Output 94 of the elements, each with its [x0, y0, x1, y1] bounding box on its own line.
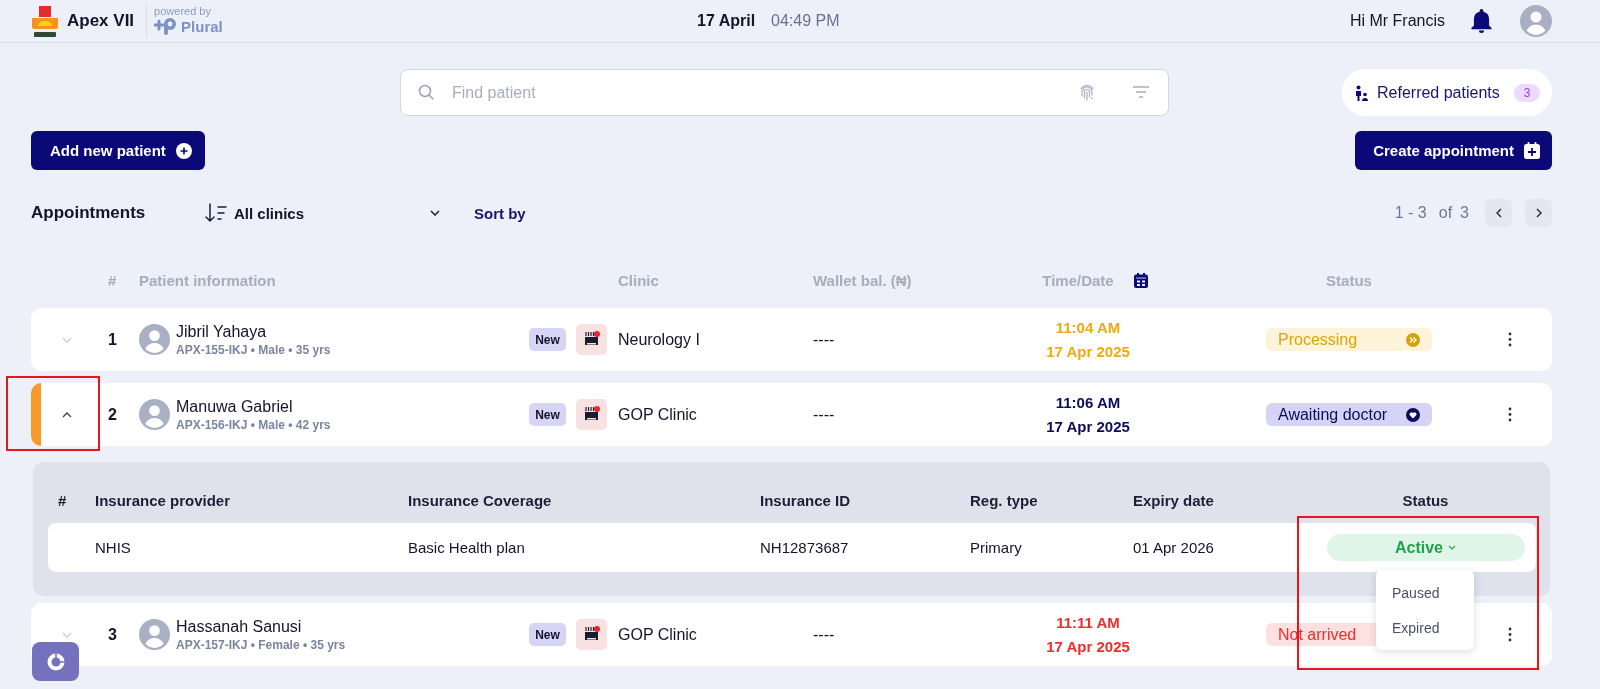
expiry-date: 01 Apr 2026: [1133, 539, 1214, 556]
patient-details: APX-155-IKJ • Male • 35 yrs: [176, 342, 331, 358]
add-patient-button[interactable]: Add new patient: [31, 131, 205, 170]
page-range: 1 - 3: [1394, 204, 1427, 222]
new-tag: New: [529, 623, 566, 646]
appointment-time: 11:04 AM: [1055, 317, 1121, 338]
patient-name: Hassanah Sanusi: [176, 616, 303, 636]
row-number: 3: [108, 625, 117, 643]
appointment-time: 11:11 AM: [1056, 612, 1120, 633]
clinic-name: GOP Clinic: [618, 405, 697, 424]
appointment-row[interactable]: 2 Manuwa Gabriel APX-156-IKJ • Male • 42 yrs New GOP Clinic ---- 11:06 AM 17 Apr 2025 Awaiting doctor: [31, 383, 1552, 446]
column-header: Time/Date: [1042, 271, 1114, 289]
user-avatar-icon[interactable]: [1520, 5, 1552, 37]
column-header: Insurance provider: [95, 492, 231, 509]
insurance-coverage: Basic Health plan: [408, 539, 525, 556]
chevron-down-icon: [430, 210, 440, 216]
kebab-icon: [1508, 627, 1512, 642]
appointment-date: 17 Apr 2025: [1046, 341, 1130, 362]
appointment-time: 11:06 AM: [1055, 392, 1121, 413]
user-greeting: Hi Mr Francis: [1349, 12, 1445, 30]
powered-by-label: powered by: [154, 5, 212, 17]
column-header: Expiry date: [1133, 492, 1214, 509]
calendar-plus-icon: [1524, 142, 1540, 159]
clinic-filter-dropdown[interactable]: All clinics: [205, 203, 440, 223]
patient-avatar-icon: [139, 399, 170, 430]
patient-avatar-icon: [139, 324, 170, 355]
partner-name: Plural: [181, 17, 223, 35]
row-number: 2: [108, 405, 117, 423]
column-header: Reg. type: [970, 492, 1038, 509]
column-header: Wallet bal. (₦): [813, 271, 912, 289]
page-of-label: of: [1438, 204, 1453, 222]
count-badge: 3: [1514, 83, 1540, 102]
device-icon: [576, 324, 607, 355]
plus-circle-icon: [175, 142, 192, 159]
appointment-date: 17 Apr 2025: [1046, 416, 1130, 437]
registration-type: Primary: [970, 539, 1022, 556]
fingerprint-icon[interactable]: [1079, 83, 1095, 101]
pie-chart-icon: [46, 652, 65, 671]
column-header: #: [108, 271, 117, 289]
calendar-icon[interactable]: [1133, 272, 1148, 288]
chevron-up-icon: [61, 411, 72, 418]
row-number: 1: [108, 330, 117, 348]
column-header: Status: [1326, 271, 1372, 289]
clinic-name: GOP Clinic: [618, 625, 697, 644]
wallet-balance: ----: [813, 405, 835, 423]
next-page-button[interactable]: [1525, 199, 1552, 227]
logo-icon: [31, 5, 59, 38]
column-header: Patient information: [139, 271, 276, 289]
partner-logo-icon: [154, 17, 179, 35]
appointment-row[interactable]: 1 Jibril Yahaya APX-155-IKJ • Male • 35 yrs New Neurology I ---- 11:04 AM 17 Apr 2025 Processing: [31, 308, 1552, 371]
search-icon: [418, 84, 434, 100]
chevron-down-icon: [61, 631, 72, 638]
section-title: Appointments: [31, 203, 147, 223]
page-total: 3: [1460, 204, 1469, 222]
patient-avatar-icon: [139, 619, 170, 650]
chevron-down-icon: [61, 336, 72, 343]
column-header: Insurance ID: [760, 492, 851, 509]
patient-details: APX-157-IKJ • Female • 35 yrs: [176, 637, 346, 653]
create-appointment-button[interactable]: Create appointment: [1355, 131, 1552, 170]
insurance-id: NH12873687: [760, 539, 849, 556]
floating-action-button[interactable]: [32, 642, 79, 681]
double-chevron-icon: [1406, 332, 1420, 347]
notification-bell-icon[interactable]: [1471, 9, 1492, 33]
appointment-date: 17 Apr 2025: [1046, 636, 1130, 657]
wallet-balance: ----: [813, 330, 835, 348]
chevron-left-icon: [1495, 208, 1502, 218]
sort-by-link[interactable]: Sort by: [474, 204, 526, 222]
previous-page-button[interactable]: [1485, 199, 1512, 227]
status-pill[interactable]: Awaiting doctor: [1266, 403, 1432, 426]
patient-details: APX-156-IKJ • Male • 42 yrs: [176, 417, 331, 433]
column-header: #: [58, 492, 67, 509]
caret-icon: [1448, 545, 1456, 550]
new-tag: New: [529, 403, 566, 426]
patient-name: Manuwa Gabriel: [176, 396, 294, 416]
search-field[interactable]: Find patient: [400, 69, 1169, 116]
insurance-provider: NHIS: [95, 539, 131, 556]
clinic-name: Neurology I: [618, 330, 700, 349]
sort-icon: [205, 203, 227, 223]
column-header: Clinic: [618, 271, 659, 289]
wallet-balance: ----: [813, 625, 835, 643]
device-icon: [576, 619, 607, 650]
kebab-icon: [1508, 332, 1512, 347]
chevron-right-icon: [1535, 208, 1542, 218]
new-tag: New: [529, 328, 566, 351]
people-icon: [1355, 84, 1368, 101]
referred-patients-button[interactable]: Referred patients 3: [1342, 69, 1552, 116]
current-date: 17 April: [697, 12, 756, 30]
device-icon: [576, 399, 607, 430]
current-time: 04:49 PM: [771, 12, 840, 30]
patient-name: Jibril Yahaya: [176, 321, 268, 341]
kebab-icon: [1508, 407, 1512, 422]
column-header: Insurance Coverage: [408, 492, 552, 509]
brand-name: Apex VII: [67, 11, 135, 31]
column-header: Status: [1402, 492, 1449, 509]
